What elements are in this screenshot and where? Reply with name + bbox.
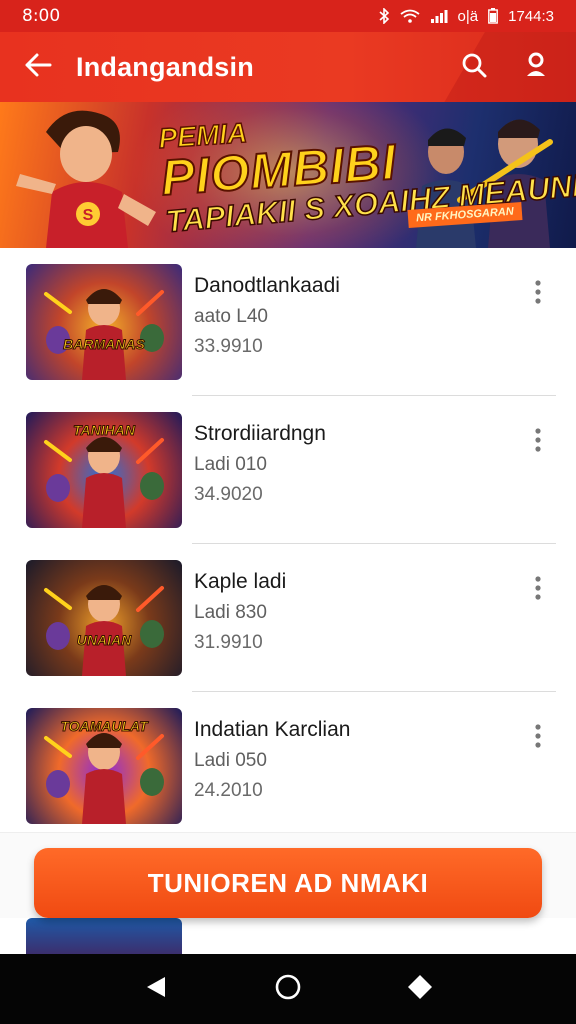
item-price: 34.9020 bbox=[194, 484, 263, 505]
list-item-peek-thumbnail bbox=[26, 918, 182, 954]
more-options-button[interactable] bbox=[522, 574, 554, 606]
back-button[interactable] bbox=[0, 32, 76, 102]
circle-home-icon bbox=[274, 973, 302, 1006]
item-title: Strordiiardngn bbox=[194, 422, 326, 445]
bluetooth-icon bbox=[378, 8, 390, 24]
item-text: Kaple ladi Ladi 830 31.9910 bbox=[194, 570, 286, 654]
more-vert-icon bbox=[535, 427, 541, 457]
game-thumbnail[interactable]: TOAMAULAT bbox=[26, 708, 182, 824]
item-subtitle: Ladi 830 bbox=[194, 602, 267, 623]
search-button[interactable] bbox=[452, 45, 496, 89]
list-item[interactable]: BARMANAS Danodtlankaadi aato L40 33.9910 bbox=[0, 248, 576, 396]
system-nav-bar bbox=[0, 954, 576, 1024]
item-subtitle: Ladi 050 bbox=[194, 750, 267, 771]
page-title: Indangandsin bbox=[76, 51, 254, 82]
svg-text:S: S bbox=[83, 207, 94, 224]
thumbnail-label: TOAMAULAT bbox=[60, 718, 148, 735]
nav-back-button[interactable] bbox=[131, 964, 181, 1014]
user-icon bbox=[525, 52, 547, 83]
game-list: BARMANAS Danodtlankaadi aato L40 33.9910 bbox=[0, 248, 576, 840]
thumbnail-label: TANIHAN bbox=[73, 422, 136, 439]
status-time: 8:00 bbox=[22, 6, 61, 26]
promo-banner[interactable]: S PEMIA PIOMBIBI TAPIAKII S XOAIHZ MEAUN… bbox=[0, 102, 576, 248]
banner-hero-left: S bbox=[16, 110, 156, 248]
item-subtitle: aato L40 bbox=[194, 306, 268, 327]
signal-icon bbox=[430, 9, 448, 23]
item-price: 24.2010 bbox=[194, 780, 263, 801]
more-vert-icon bbox=[535, 723, 541, 753]
thumbnail-label: BARMANAS bbox=[63, 336, 146, 353]
thumbnail-label: UNAIAN bbox=[76, 632, 132, 649]
more-options-button[interactable] bbox=[522, 278, 554, 310]
wifi-icon bbox=[399, 9, 420, 23]
list-item[interactable]: TOAMAULAT Indatian Karclian Ladi 050 24.… bbox=[0, 692, 576, 840]
game-thumbnail[interactable]: TANIHAN bbox=[26, 412, 182, 528]
app-bar-actions bbox=[452, 45, 576, 89]
item-title: Kaple ladi bbox=[194, 570, 287, 593]
status-right-text: 1744:3 bbox=[508, 7, 554, 25]
item-title: Danodtlankaadi bbox=[194, 274, 340, 297]
nav-recents-button[interactable] bbox=[395, 964, 445, 1014]
arrow-left-icon bbox=[23, 52, 53, 83]
item-text: Indatian Karclian Ladi 050 24.2010 bbox=[194, 718, 350, 802]
app-bar: Indangandsin bbox=[0, 32, 576, 102]
diamond-recents-icon bbox=[406, 973, 434, 1006]
list-item[interactable]: UNAIAN Kaple ladi Ladi 830 31.9910 bbox=[0, 544, 576, 692]
item-price: 31.9910 bbox=[194, 632, 263, 653]
list-item[interactable]: TANIHAN Strordiiardngn Ladi 010 34.9020 bbox=[0, 396, 576, 544]
item-price: 33.9910 bbox=[194, 336, 263, 357]
more-options-button[interactable] bbox=[522, 722, 554, 754]
cta-button[interactable]: TUNIOREN AD NMAKI bbox=[34, 848, 542, 918]
more-vert-icon bbox=[535, 279, 541, 309]
app-screen: 8:00 o|ä 1744:3 Indangandsin S PEMIA PIO… bbox=[0, 0, 576, 1024]
search-icon bbox=[461, 52, 487, 83]
more-vert-icon bbox=[535, 575, 541, 605]
status-icons: o|ä 1744:3 bbox=[378, 8, 554, 25]
item-title: Indatian Karclian bbox=[194, 718, 351, 741]
item-subtitle: Ladi 010 bbox=[194, 454, 267, 475]
nav-home-button[interactable] bbox=[263, 964, 313, 1014]
item-text: Danodtlankaadi aato L40 33.9910 bbox=[194, 274, 340, 358]
game-thumbnail[interactable]: UNAIAN bbox=[26, 560, 182, 676]
more-options-button[interactable] bbox=[522, 426, 554, 458]
game-thumbnail[interactable]: BARMANAS bbox=[26, 264, 182, 380]
triangle-back-icon bbox=[145, 975, 167, 1004]
status-extra-text: o|ä bbox=[457, 7, 479, 25]
item-text: Strordiiardngn Ladi 010 34.9020 bbox=[194, 422, 326, 506]
battery-icon bbox=[488, 8, 499, 24]
account-button[interactable] bbox=[514, 45, 558, 89]
status-bar: 8:00 o|ä 1744:3 bbox=[0, 0, 576, 32]
